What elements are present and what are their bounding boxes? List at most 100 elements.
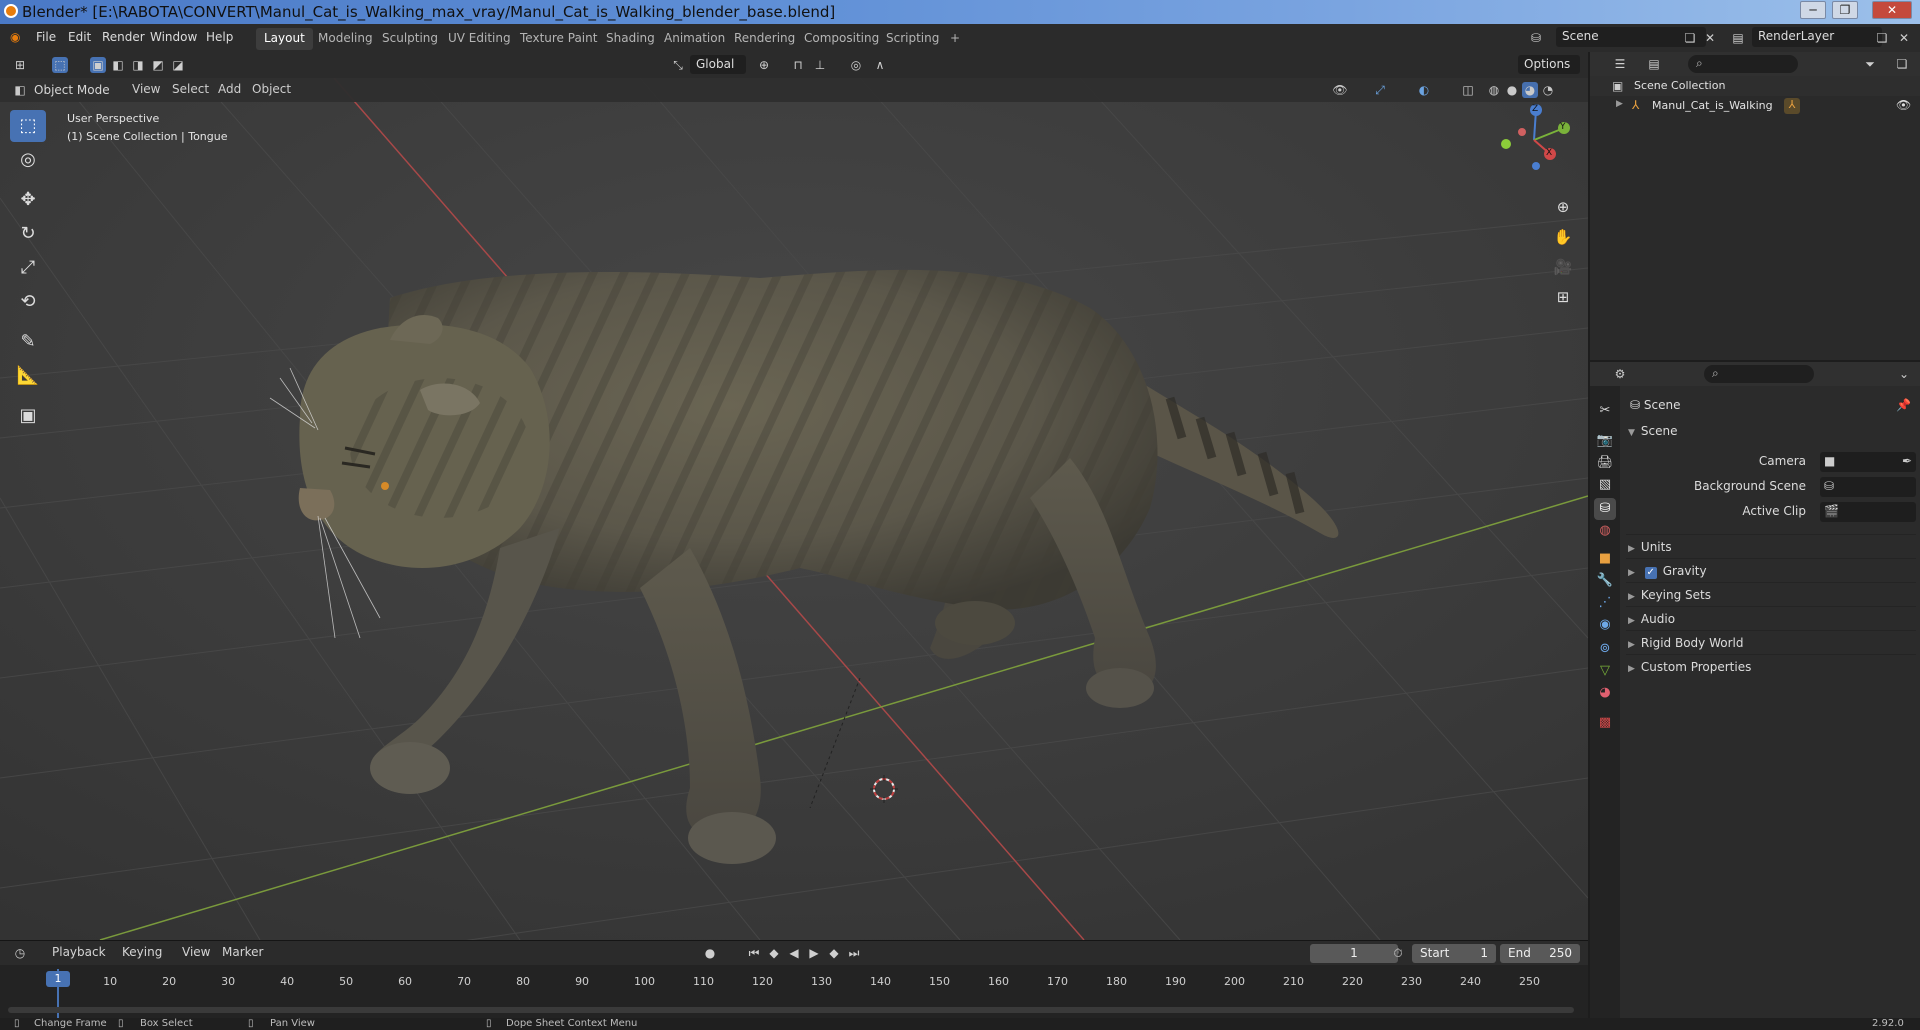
scale-tool-icon[interactable]: ⤢ [10, 252, 46, 284]
particles-tab-icon[interactable]: ⋰ [1594, 592, 1616, 614]
background-scene-field[interactable]: ⛁ [1820, 477, 1916, 497]
scene-panel-header[interactable]: ▼ Scene [1628, 424, 1678, 438]
pivot-point-icon[interactable]: ⊕ [756, 57, 772, 73]
zoom-icon[interactable]: ⊕ [1550, 194, 1576, 220]
outliner-row-scene-collection[interactable]: ▣ Scene Collection [1590, 76, 1920, 96]
3d-viewport[interactable]: User Perspective (1) Scene Collection | … [0, 78, 1588, 940]
camera-view-icon[interactable]: 🎥 [1550, 254, 1576, 280]
measure-tool-icon[interactable]: 📐 [10, 360, 46, 392]
end-frame-field[interactable]: End 250 [1500, 944, 1580, 963]
new-layer-icon[interactable]: ❏ [1874, 30, 1890, 46]
add-workspace-button[interactable]: + [942, 28, 968, 50]
rendered-shading-icon[interactable]: ◔ [1540, 82, 1556, 98]
gravity-panel-header[interactable]: ▶ ✓ Gravity [1628, 564, 1707, 579]
minimize-button[interactable]: ─ [1800, 1, 1826, 19]
rotate-tool-icon[interactable]: ↻ [10, 218, 46, 250]
blender-menu-icon[interactable]: ◉ [10, 30, 20, 44]
tab-shading[interactable]: Shading [598, 28, 663, 50]
pan-hand-icon[interactable]: ✋ [1550, 224, 1576, 250]
menu-file[interactable]: File [36, 30, 56, 44]
new-scene-icon[interactable]: ❏ [1682, 30, 1698, 46]
visibility-icon[interactable]: 👁 [1332, 82, 1348, 98]
new-collection-icon[interactable]: ❏ [1894, 56, 1910, 72]
select-subtract-icon[interactable]: ◨ [130, 57, 146, 73]
playhead-frame-indicator[interactable]: 1 [46, 971, 70, 987]
tab-modeling[interactable]: Modeling [310, 28, 381, 50]
properties-search-input[interactable]: ⌕ [1704, 365, 1814, 383]
physics-tab-icon[interactable]: ◉ [1594, 614, 1616, 636]
display-mode-icon[interactable]: ▤ [1646, 56, 1662, 72]
render-layer-icon[interactable]: ▤ [1730, 30, 1746, 46]
filter-icon[interactable]: ⏷ [1862, 56, 1878, 72]
menu-object[interactable]: Object [252, 82, 291, 96]
next-keyframe-icon[interactable]: ◆ [826, 945, 842, 961]
view-layer-tab-icon[interactable]: ▧ [1594, 474, 1616, 496]
maximize-button[interactable]: ❐ [1832, 1, 1858, 19]
move-tool-icon[interactable]: ✥ [10, 184, 46, 216]
tab-uv-editing[interactable]: UV Editing [440, 28, 519, 50]
output-tab-icon[interactable]: 🖨 [1594, 452, 1616, 474]
object-tab-icon[interactable]: ■ [1594, 548, 1616, 570]
play-reverse-icon[interactable]: ◀ [786, 945, 802, 961]
start-frame-field[interactable]: Start 1 [1412, 944, 1496, 963]
wireframe-shading-icon[interactable]: ◍ [1486, 82, 1502, 98]
select-box-tool-icon[interactable]: ⬚ [10, 110, 46, 142]
delete-scene-icon[interactable]: ✕ [1702, 30, 1718, 46]
scene-tab-icon[interactable]: ⛁ [1594, 498, 1616, 520]
add-cube-tool-icon[interactable]: ▣ [10, 400, 46, 432]
snap-icon[interactable]: ⊓ [790, 57, 806, 73]
expand-chevron-icon[interactable]: ▶ [1616, 99, 1623, 109]
gravity-checkbox[interactable]: ✓ [1644, 567, 1657, 579]
tab-sculpting[interactable]: Sculpting [374, 28, 446, 50]
menu-keying[interactable]: Keying [122, 945, 162, 959]
outliner-editor-type-icon[interactable]: ☰ [1612, 56, 1628, 72]
cursor-tool-icon[interactable]: ◎ [10, 144, 46, 176]
render-tab-icon[interactable]: 📷 [1594, 430, 1616, 452]
xray-icon[interactable]: ◫ [1460, 82, 1476, 98]
prev-keyframe-icon[interactable]: ◆ [766, 945, 782, 961]
keying-sets-panel-header[interactable]: ▶ Keying Sets [1628, 588, 1711, 602]
jump-start-icon[interactable]: ⏮ [746, 945, 762, 961]
transform-tool-icon[interactable]: ⟲ [10, 286, 46, 318]
menu-marker[interactable]: Marker [222, 945, 263, 959]
outliner-row-object[interactable]: ▶ ⅄ Manul_Cat_is_Walking ⅄ 👁 [1590, 96, 1920, 116]
outliner-search-input[interactable]: ⌕ [1688, 55, 1798, 73]
tab-texture-paint[interactable]: Texture Paint [512, 28, 605, 50]
select-invert-icon[interactable]: ◪ [170, 57, 186, 73]
render-layer-field[interactable]: RenderLayer [1752, 27, 1882, 47]
menu-edit[interactable]: Edit [68, 30, 91, 44]
data-tab-icon[interactable]: ▽ [1594, 660, 1616, 682]
select-intersect-icon[interactable]: ◩ [150, 57, 166, 73]
active-clip-field[interactable]: 🎬 [1820, 502, 1916, 522]
tab-scripting[interactable]: Scripting [878, 28, 947, 50]
audio-panel-header[interactable]: ▶ Audio [1628, 612, 1675, 626]
material-tab-icon[interactable]: ◕ [1594, 682, 1616, 704]
scene-selector-icon[interactable]: ⛁ [1528, 30, 1544, 46]
pin-icon[interactable]: 📌 [1896, 398, 1911, 412]
transform-orientation-dropdown[interactable]: Global [690, 55, 746, 74]
overlay-toggle-icon[interactable]: ◐ [1416, 82, 1432, 98]
constraints-tab-icon[interactable]: ⊚ [1594, 638, 1616, 660]
timeline-editor-type-icon[interactable]: ◷ [12, 945, 28, 961]
falloff-icon[interactable]: ∧ [872, 57, 888, 73]
solid-shading-icon[interactable]: ● [1504, 82, 1520, 98]
menu-view[interactable]: View [132, 82, 160, 96]
perspective-toggle-icon[interactable]: ⊞ [1550, 284, 1576, 310]
visibility-eye-icon[interactable]: 👁 [1896, 98, 1911, 112]
modifier-tab-icon[interactable]: 🔧 [1594, 570, 1616, 592]
options-dropdown[interactable]: Options [1518, 55, 1580, 74]
tab-compositing[interactable]: Compositing [796, 28, 887, 50]
world-tab-icon[interactable]: ◍ [1594, 520, 1616, 542]
menu-help[interactable]: Help [206, 30, 233, 44]
tab-layout[interactable]: Layout [256, 28, 313, 50]
texture-tab-icon[interactable]: ▩ [1594, 712, 1616, 734]
play-icon[interactable]: ▶ [806, 945, 822, 961]
tab-animation[interactable]: Animation [656, 28, 733, 50]
tab-rendering[interactable]: Rendering [726, 28, 803, 50]
select-extend-icon[interactable]: ◧ [110, 57, 126, 73]
menu-add[interactable]: Add [218, 82, 241, 96]
material-shading-icon[interactable]: ◕ [1522, 82, 1538, 98]
menu-render[interactable]: Render [102, 30, 145, 44]
menu-window[interactable]: Window [150, 30, 197, 44]
timeline-scrollbar[interactable] [8, 1007, 1574, 1013]
